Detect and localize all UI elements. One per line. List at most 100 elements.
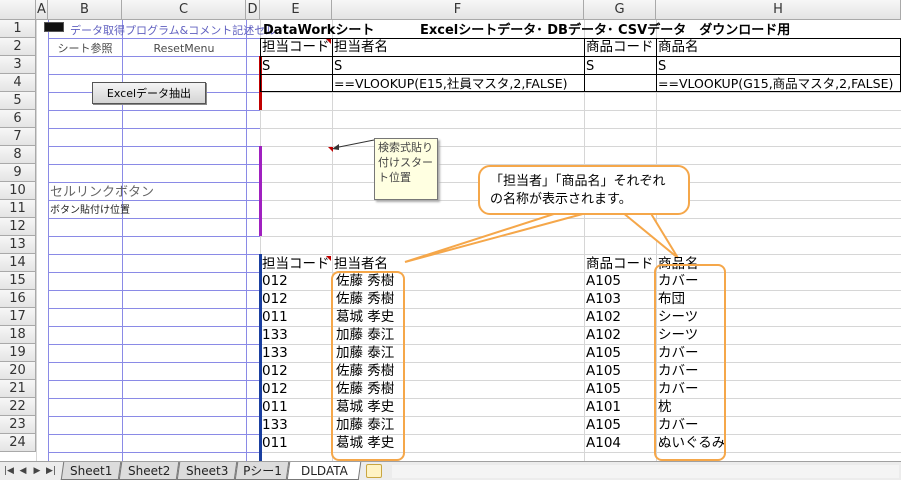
excel-data-extract-button[interactable]: Excelデータ抽出 (92, 82, 206, 104)
cell-product-code[interactable]: A104 (586, 435, 621, 453)
row-header[interactable]: 23 (0, 416, 36, 434)
cell-tanto-code[interactable]: 133 (262, 417, 288, 435)
table-header-product-code[interactable]: 商品コード (586, 256, 654, 274)
grid-vline (48, 20, 49, 461)
prev-sheet-icon[interactable]: ◀ (17, 464, 29, 478)
column-header-d[interactable]: D (246, 0, 260, 20)
toolbar-black-button[interactable] (44, 22, 64, 32)
column-header-f[interactable]: F (332, 0, 584, 20)
row-header[interactable]: 5 (0, 92, 36, 110)
row-header[interactable]: 19 (0, 344, 36, 362)
row-header[interactable]: 22 (0, 398, 36, 416)
tab-sheet3[interactable]: Sheet3 (176, 462, 238, 480)
type-e3[interactable]: S (262, 57, 270, 75)
row-header[interactable]: 3 (0, 56, 36, 74)
column-header-a[interactable]: A (36, 0, 48, 20)
search-formula-comment[interactable]: 検索式貼り付けスタート位置 (374, 138, 438, 200)
next-sheet-icon[interactable]: ▶ (31, 464, 43, 478)
header-tantosha-name[interactable]: 担当者名 (334, 39, 388, 57)
row-header[interactable]: 18 (0, 326, 36, 344)
new-sheet-icon[interactable] (366, 464, 382, 478)
row-header[interactable]: 9 (0, 164, 36, 182)
grid-hline (48, 308, 260, 309)
tab-p-sheet1[interactable]: Pシー1 (234, 462, 290, 480)
type-h3[interactable]: S (658, 57, 666, 75)
column-header-e[interactable]: E (260, 0, 332, 20)
tab-sheet1[interactable]: Sheet1 (60, 462, 122, 480)
tantosha-name-highlight (331, 271, 405, 461)
cell-product-code[interactable]: A105 (586, 363, 621, 381)
formula-h4[interactable]: ==VLOOKUP(G15,商品マスタ,2,FALSE) (658, 75, 893, 93)
header-product-code[interactable]: 商品コード (586, 39, 654, 57)
cell-product-code[interactable]: A103 (586, 291, 621, 309)
last-sheet-icon[interactable]: ▶| (45, 464, 57, 478)
grid-hline (260, 218, 901, 219)
column-header-b[interactable]: B (48, 0, 122, 20)
row-header[interactable]: 12 (0, 218, 36, 236)
cell-tanto-code[interactable]: 011 (262, 435, 288, 453)
product-name-highlight (654, 264, 726, 461)
row-header[interactable]: 4 (0, 74, 36, 92)
divider-g-h (656, 38, 657, 92)
cell-tanto-code[interactable]: 012 (262, 273, 288, 291)
row-header[interactable]: 24 (0, 434, 36, 452)
row-header[interactable]: 11 (0, 200, 36, 218)
cell-tanto-code[interactable]: 133 (262, 327, 288, 345)
tab-label: DLDATA (300, 463, 348, 478)
sheet-title: DataWorkシート (263, 22, 375, 38)
horizontal-scroll-area[interactable] (392, 465, 899, 478)
grid-hline (48, 74, 260, 75)
row-header[interactable]: 1 (0, 20, 36, 38)
type-f3[interactable]: S (334, 57, 342, 75)
cell-tanto-code[interactable]: 012 (262, 363, 288, 381)
formula-f4[interactable]: ==VLOOKUP(E15,社員マスタ,2,FALSE) (334, 75, 568, 93)
first-sheet-icon[interactable]: |◀ (3, 464, 15, 478)
cell-tanto-code[interactable]: 011 (262, 309, 288, 327)
cell-tanto-code[interactable]: 133 (262, 345, 288, 363)
grid-vline (246, 20, 247, 461)
button-paste-position-label: ボタン貼付け位置 (50, 205, 130, 216)
row-header[interactable]: 21 (0, 380, 36, 398)
cell-product-code[interactable]: A105 (586, 273, 621, 291)
tab-sheet2[interactable]: Sheet2 (118, 462, 180, 480)
tab-dldata[interactable]: DLDATA (286, 462, 362, 480)
grid-hline (260, 236, 901, 237)
cell-product-code[interactable]: A102 (586, 327, 621, 345)
row-header[interactable]: 6 (0, 110, 36, 128)
row-header[interactable]: 10 (0, 182, 36, 200)
sheet-reference-label: シート参照 (57, 41, 113, 55)
row-header[interactable]: 15 (0, 272, 36, 290)
grid-hline (48, 236, 260, 237)
comment-indicator-e2 (326, 39, 331, 44)
row-header[interactable]: 16 (0, 290, 36, 308)
row-header[interactable]: 2 (0, 38, 36, 56)
cell-tanto-code[interactable]: 011 (262, 399, 288, 417)
row-header[interactable]: 17 (0, 308, 36, 326)
header-product-name[interactable]: 商品名 (658, 39, 699, 57)
row-header[interactable]: 8 (0, 146, 36, 164)
spreadsheet-grid[interactable]: A B C D E F G H 1 2 3 4 5 6 7 8 9 10 11 12 13 14 15 16 1… (0, 0, 901, 461)
cell-product-code[interactable]: A105 (586, 381, 621, 399)
header-tanto-code[interactable]: 担当コード (262, 39, 330, 57)
table-header-tanto-code[interactable]: 担当コード (262, 256, 330, 274)
cell-product-code[interactable]: A101 (586, 399, 621, 417)
cell-tanto-code[interactable]: 012 (262, 291, 288, 309)
column-header-c[interactable]: C (122, 0, 246, 20)
grid-hline (260, 110, 901, 111)
divider-e-f (332, 38, 333, 92)
cell-tanto-code[interactable]: 012 (262, 381, 288, 399)
row-header[interactable]: 13 (0, 236, 36, 254)
type-g3[interactable]: S (586, 57, 594, 75)
select-all-corner[interactable] (0, 0, 36, 20)
row-header[interactable]: 20 (0, 362, 36, 380)
cell-product-code[interactable]: A105 (586, 345, 621, 363)
tab-label: Sheet3 (185, 463, 229, 478)
cell-product-code[interactable]: A105 (586, 417, 621, 435)
tab-label: Sheet1 (69, 463, 113, 478)
column-header-g[interactable]: G (584, 0, 656, 20)
column-header-h[interactable]: H (656, 0, 901, 20)
grid-hline (48, 146, 260, 147)
row-header[interactable]: 14 (0, 254, 36, 272)
cell-product-code[interactable]: A102 (586, 309, 621, 327)
row-header[interactable]: 7 (0, 128, 36, 146)
